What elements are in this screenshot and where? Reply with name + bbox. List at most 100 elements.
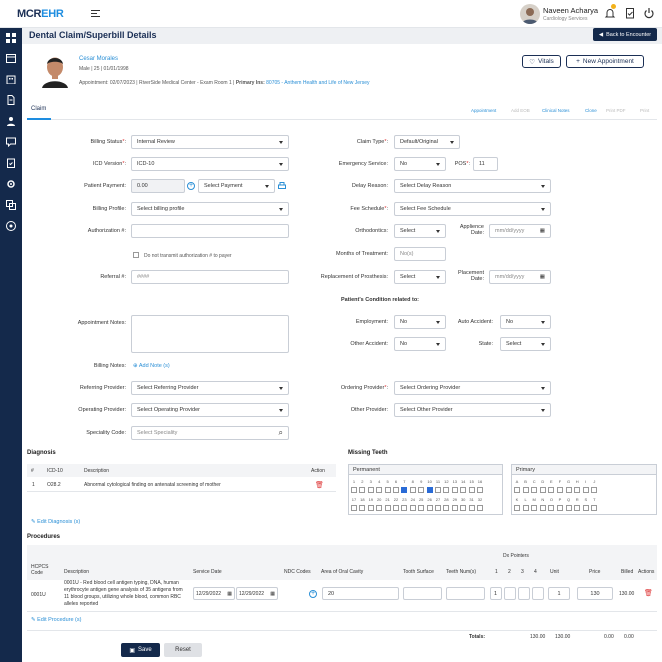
tooth-checkbox-13[interactable] (451, 487, 458, 493)
tooth-checkbox-23[interactable] (401, 505, 408, 511)
other-accident-select[interactable]: No (394, 337, 446, 351)
primary-tooth-checkbox-Q[interactable] (565, 505, 572, 511)
building-icon[interactable] (3, 71, 19, 87)
delay-reason-select[interactable]: Select Delay Reason (394, 179, 551, 193)
primary-tooth-checkbox-C[interactable] (531, 487, 538, 493)
tooth-checkbox-16[interactable] (477, 487, 483, 493)
tooth-checkbox-32[interactable] (477, 505, 483, 511)
referring-provider-select[interactable]: Select Referring Provider (131, 381, 289, 395)
tooth-checkbox-27[interactable] (435, 505, 441, 511)
primary-insurance-link[interactable]: 80705 - Anthem Health and Life of New Je… (266, 80, 369, 86)
delete-icon[interactable]: 🗑 (315, 481, 324, 489)
area-oral-cavity-input[interactable]: 20 (322, 587, 399, 600)
primary-tooth-checkbox-T[interactable] (591, 505, 598, 511)
fee-schedule-select[interactable]: Select Fee Schedule (394, 202, 551, 216)
primary-tooth-checkbox-F[interactable] (557, 487, 563, 493)
pointer-3-input[interactable] (518, 587, 530, 600)
tooth-checkbox-10[interactable] (426, 487, 433, 493)
copy-icon[interactable] (3, 197, 19, 213)
edit-diagnosis-link[interactable]: ✎ Edit Diagnosis (s) (31, 519, 80, 525)
tooth-checkbox-14[interactable] (460, 487, 467, 493)
tooth-checkbox-15[interactable] (468, 487, 475, 493)
tooth-checkbox-21[interactable] (384, 505, 391, 511)
tooth-checkbox-11[interactable] (435, 487, 441, 493)
pointer-4-input[interactable] (532, 587, 544, 600)
billing-profile-select[interactable]: Select billing profile (131, 202, 289, 216)
tooth-checkbox-25[interactable] (418, 505, 425, 511)
primary-tooth-checkbox-P[interactable] (557, 505, 563, 511)
new-appointment-button[interactable]: + New Appointment (566, 55, 644, 68)
clipboard-icon[interactable] (3, 155, 19, 171)
referral-input[interactable]: #### (131, 270, 289, 284)
settings-icon[interactable] (3, 176, 19, 192)
pointer-2-input[interactable] (504, 587, 516, 600)
message-icon[interactable] (3, 134, 19, 150)
appliance-date-input[interactable]: mm/dd/yyyy ▦ (489, 224, 551, 238)
primary-tooth-checkbox-S[interactable] (582, 505, 589, 511)
calendar-small-icon[interactable]: ▦ (540, 274, 545, 280)
tooth-checkbox-5[interactable] (384, 487, 391, 493)
users-icon[interactable] (3, 113, 19, 129)
search-icon[interactable]: ⌕ (279, 428, 283, 438)
document-icon[interactable] (3, 92, 19, 108)
pointer-1-input[interactable]: 1 (490, 587, 502, 600)
orthodontics-select[interactable]: Select (394, 224, 446, 238)
teeth-num-input[interactable] (446, 587, 485, 600)
no-transmit-checkbox[interactable] (133, 252, 139, 258)
primary-tooth-checkbox-J[interactable] (591, 487, 598, 493)
tooth-checkbox-1[interactable] (351, 487, 357, 493)
icd-version-select[interactable]: ICD-10 (131, 157, 289, 171)
state-select[interactable]: Select (500, 337, 551, 351)
tooth-checkbox-24[interactable] (409, 505, 416, 511)
tooth-checkbox-20[interactable] (376, 505, 383, 511)
power-icon[interactable] (643, 7, 655, 19)
months-treatment-input[interactable]: No(s) (394, 247, 446, 261)
tooth-checkbox-4[interactable] (376, 487, 383, 493)
tasks-icon[interactable] (624, 7, 636, 19)
unit-input[interactable]: 1 (548, 587, 570, 600)
help-icon[interactable] (3, 218, 19, 234)
add-note-link[interactable]: ⊕ Add Note (s) (133, 363, 170, 369)
add-payment-icon[interactable]: + (187, 182, 195, 190)
speciality-code-input[interactable]: Select Speciality ⌕ (131, 426, 289, 440)
tooth-checkbox-18[interactable] (359, 505, 366, 511)
pos-input[interactable]: 11 (473, 157, 498, 171)
primary-tooth-checkbox-M[interactable] (531, 505, 538, 511)
primary-tooth-checkbox-B[interactable] (522, 487, 529, 493)
calendar-icon[interactable] (3, 50, 19, 66)
calendar-small-icon[interactable]: ▦ (540, 228, 545, 234)
tooth-checkbox-22[interactable] (393, 505, 399, 511)
tooth-checkbox-28[interactable] (443, 505, 450, 511)
primary-tooth-checkbox-H[interactable] (574, 487, 581, 493)
tooth-checkbox-3[interactable] (367, 487, 374, 493)
placement-date-input[interactable]: mm/dd/yyyy ▦ (489, 270, 551, 284)
primary-tooth-checkbox-G[interactable] (565, 487, 572, 493)
select-payment-select[interactable]: Select Payment (198, 179, 275, 193)
tooth-checkbox-8[interactable] (409, 487, 416, 493)
primary-tooth-checkbox-O[interactable] (548, 505, 555, 511)
tooth-checkbox-19[interactable] (367, 505, 374, 511)
patient-payment-input[interactable]: 0.00 (131, 179, 185, 193)
action-clone[interactable]: Clone (585, 108, 597, 113)
emergency-service-select[interactable]: No (394, 157, 446, 171)
authorization-input[interactable] (131, 224, 289, 238)
tooth-checkbox-17[interactable] (351, 505, 357, 511)
tooth-checkbox-31[interactable] (468, 505, 475, 511)
user-name[interactable]: Naveen Acharya (543, 6, 598, 15)
primary-tooth-checkbox-E[interactable] (548, 487, 555, 493)
primary-tooth-checkbox-D[interactable] (539, 487, 546, 493)
action-appointment[interactable]: Appointment (471, 108, 496, 113)
appointment-notes-textarea[interactable] (131, 315, 289, 353)
primary-tooth-checkbox-A[interactable] (514, 487, 520, 493)
tooth-surface-input[interactable] (403, 587, 442, 600)
price-input[interactable]: 130 (577, 587, 613, 600)
primary-tooth-checkbox-R[interactable] (574, 505, 581, 511)
tab-claim[interactable]: Claim (31, 106, 46, 112)
delete-icon[interactable]: 🗑 (644, 589, 653, 597)
user-avatar[interactable] (520, 4, 540, 24)
calendar-small-icon[interactable]: ▦ (270, 591, 275, 597)
employment-select[interactable]: No (394, 315, 446, 329)
primary-tooth-checkbox-K[interactable] (514, 505, 520, 511)
calendar-small-icon[interactable]: ▦ (227, 591, 232, 597)
tooth-checkbox-26[interactable] (426, 505, 433, 511)
